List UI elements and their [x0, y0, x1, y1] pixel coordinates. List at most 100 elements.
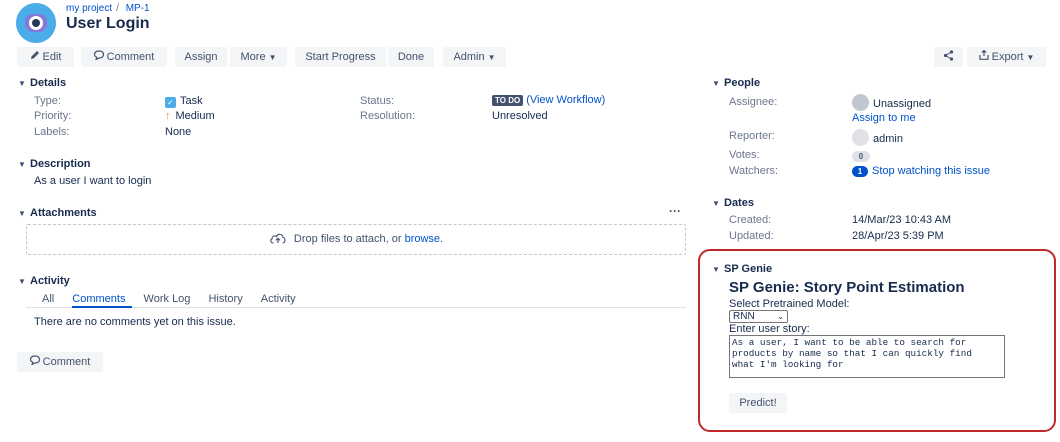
chevron-down-icon: ⌄: [777, 312, 784, 321]
labels-value: None: [165, 126, 192, 138]
description-text[interactable]: As a user I want to login: [34, 175, 151, 187]
created-value: 14/Mar/23 10:43 AM: [852, 214, 952, 226]
model-select[interactable]: RNN ⌄: [729, 310, 788, 323]
assignee-label: Assignee:: [729, 96, 778, 108]
predict-button[interactable]: Predict!: [729, 393, 787, 413]
chevron-down-icon: ▼: [1026, 53, 1035, 62]
status-badge: TO DO: [492, 95, 524, 106]
activity-section-toggle[interactable]: ▼ Activity: [18, 275, 70, 287]
priority-label: Priority:: [34, 110, 72, 122]
type-label: Type:: [34, 95, 61, 107]
type-value: ✓ Task: [165, 95, 203, 108]
details-section-toggle[interactable]: ▼ Details: [18, 77, 66, 89]
export-label: Export: [991, 51, 1024, 63]
page-title: User Login: [66, 15, 150, 32]
start-progress-button[interactable]: Start Progress: [295, 47, 386, 67]
comment-button[interactable]: Comment: [81, 47, 167, 67]
description-section-toggle[interactable]: ▼ Description: [18, 158, 91, 170]
breadcrumb-issue-link[interactable]: MP-1: [126, 3, 150, 14]
dates-section-toggle[interactable]: ▼ Dates: [712, 197, 754, 209]
edit-button[interactable]: Edit: [17, 47, 74, 67]
tab-all[interactable]: All: [42, 293, 54, 305]
chevron-down-icon: ▼: [18, 209, 26, 218]
export-icon: [979, 48, 989, 68]
admin-label: Admin: [453, 51, 485, 63]
browse-link[interactable]: browse.: [405, 233, 444, 245]
resolution-value: Unresolved: [492, 110, 548, 122]
reporter-text: admin: [873, 133, 903, 145]
watchers-label: Watchers:: [729, 165, 779, 177]
people-heading: People: [724, 77, 761, 89]
cloud-upload-icon: [269, 233, 294, 245]
created-label: Created:: [729, 214, 772, 226]
speech-bubble-icon: [93, 48, 104, 68]
resolution-label: Resolution:: [360, 110, 416, 122]
chevron-down-icon: ▼: [18, 277, 26, 286]
status-value: TO DO (View Workflow): [492, 94, 605, 106]
done-button[interactable]: Done: [388, 47, 434, 67]
speech-bubble-icon: [29, 353, 40, 373]
details-heading: Details: [30, 77, 67, 89]
assignee-value: Unassigned: [852, 94, 931, 111]
updated-label: Updated:: [729, 230, 774, 242]
votes-label: Votes:: [729, 149, 760, 161]
arrow-up-icon: ↑: [165, 110, 171, 122]
tab-history[interactable]: History: [208, 293, 242, 305]
comment-label: Comment: [106, 51, 155, 63]
chevron-down-icon: ▼: [712, 199, 720, 208]
pencil-icon: [30, 48, 40, 68]
attachment-dropzone[interactable]: Drop files to attach, or browse.: [26, 224, 686, 255]
share-button[interactable]: [934, 47, 963, 67]
sp-genie-section-toggle[interactable]: ▼ SP Genie: [712, 263, 772, 275]
more-label: More: [240, 51, 266, 63]
tab-work-log[interactable]: Work Log: [144, 293, 191, 305]
watchers-value: 1 Stop watching this issue: [852, 165, 990, 177]
assign-to-me-link[interactable]: Assign to me: [852, 112, 916, 124]
breadcrumb: my project / MP-1: [66, 3, 154, 14]
chevron-down-icon: ▼: [712, 265, 720, 274]
chevron-down-icon: ▼: [18, 160, 26, 169]
checkbox-icon: ✓: [165, 97, 176, 108]
attachments-section-toggle[interactable]: ▼ Attachments: [18, 207, 97, 219]
admin-button[interactable]: Admin ▼: [443, 47, 506, 67]
sp-genie-heading: SP Genie: [724, 263, 773, 275]
add-comment-button[interactable]: Comment: [17, 352, 103, 372]
more-button[interactable]: More ▼: [230, 47, 287, 67]
view-workflow-link[interactable]: (View Workflow): [526, 94, 605, 106]
priority-value: ↑ Medium: [165, 110, 215, 122]
status-label: Status:: [360, 95, 395, 107]
people-section-toggle[interactable]: ▼ People: [712, 77, 760, 89]
tab-comments[interactable]: Comments: [72, 293, 125, 305]
export-button[interactable]: Export ▼: [967, 47, 1046, 67]
reporter-value: admin: [852, 129, 903, 146]
unassigned-avatar-icon: [852, 94, 869, 111]
description-heading: Description: [30, 158, 91, 170]
assign-button[interactable]: Assign: [175, 47, 227, 67]
sp-genie-title: SP Genie: Story Point Estimation: [729, 279, 965, 296]
votes-count-badge: 0: [852, 151, 870, 162]
updated-value: 28/Apr/23 5:39 PM: [852, 230, 944, 242]
breadcrumb-separator: /: [116, 3, 119, 14]
user-story-textarea[interactable]: As a user, I want to be able to search f…: [729, 335, 1005, 378]
activity-tabs: All Comments Work Log History Activity: [42, 293, 311, 305]
assignee-text: Unassigned: [873, 98, 932, 110]
model-select-label: Select Pretrained Model:: [729, 298, 850, 310]
stop-watching-link[interactable]: Stop watching this issue: [872, 165, 990, 177]
votes-value[interactable]: 0: [852, 150, 870, 162]
edit-label: Edit: [42, 51, 62, 63]
add-comment-label: Comment: [42, 356, 91, 368]
type-text: Task: [180, 95, 203, 107]
attachments-more-icon[interactable]: ···: [669, 204, 681, 218]
breadcrumb-project-link[interactable]: my project: [66, 3, 112, 14]
activity-heading: Activity: [30, 275, 70, 287]
chevron-down-icon: ▼: [18, 79, 26, 88]
chevron-down-icon: ▼: [712, 79, 720, 88]
tab-activity[interactable]: Activity: [261, 293, 296, 305]
watchers-count-badge[interactable]: 1: [852, 166, 868, 177]
user-story-label: Enter user story:: [729, 323, 810, 335]
project-avatar[interactable]: [16, 3, 56, 43]
model-select-value: RNN: [733, 311, 755, 322]
user-avatar-icon: [852, 129, 869, 146]
chevron-down-icon: ▼: [487, 53, 496, 62]
share-icon: [943, 50, 954, 63]
